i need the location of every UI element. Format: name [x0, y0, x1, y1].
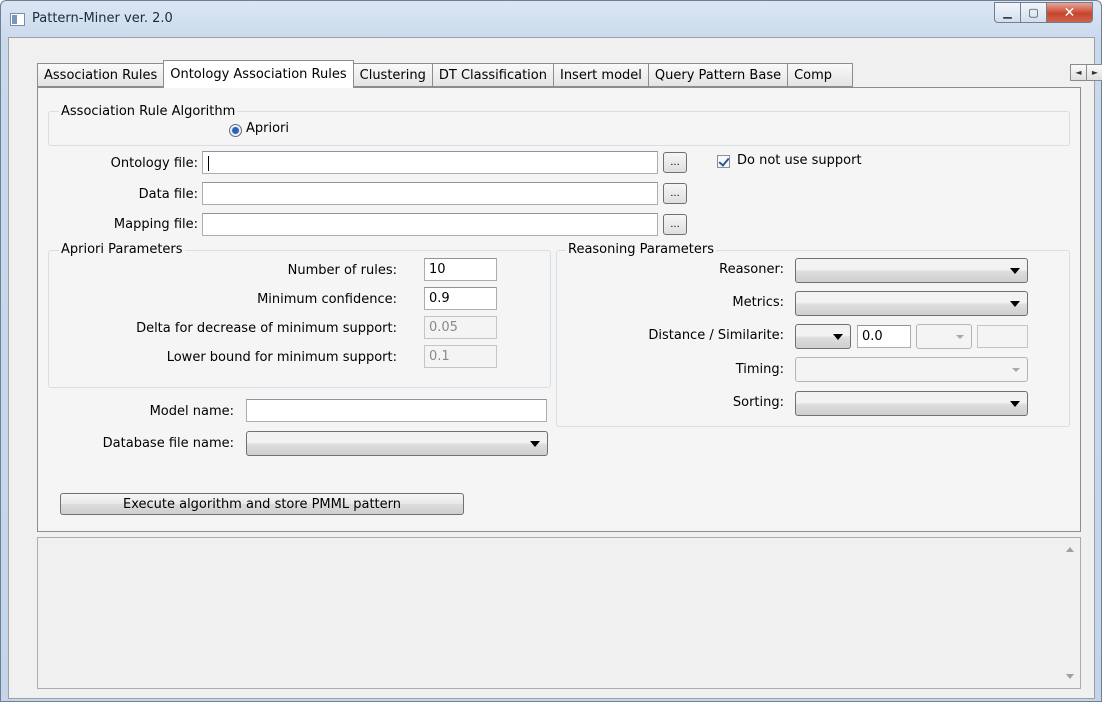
output-scrollbar[interactable] — [1062, 538, 1080, 688]
number-of-rules-input[interactable]: 10 — [424, 258, 497, 281]
minimize-button[interactable]: ▁ — [994, 2, 1021, 23]
chevron-down-icon — [1012, 368, 1020, 372]
reasoner-label: Reasoner: — [719, 262, 784, 277]
scroll-up-icon[interactable] — [1066, 547, 1074, 552]
sorting-label: Sorting: — [732, 395, 784, 410]
no-support-label: Do not use support — [737, 153, 862, 168]
model-name-label: Model name: — [149, 404, 234, 419]
close-icon: ✕ — [1063, 4, 1076, 21]
database-file-label: Database file name: — [102, 436, 234, 451]
minimum-confidence-input[interactable]: 0.9 — [424, 287, 497, 310]
tab-clustering[interactable]: Clustering — [353, 63, 432, 87]
data-file-label: Data file: — [138, 187, 198, 202]
apriori-parameters-title: Apriori Parameters — [59, 242, 185, 257]
tab-scroll-buttons: ◄ ► — [1070, 64, 1102, 81]
scroll-down-icon[interactable] — [1066, 674, 1074, 679]
distance-value-input[interactable]: 0.0 — [857, 325, 911, 348]
distance-select[interactable] — [795, 324, 851, 349]
tab-dt-classification[interactable]: DT Classification — [431, 63, 553, 87]
tab-scroll-right-button[interactable]: ► — [1087, 64, 1102, 81]
ontology-file-label: Ontology file: — [110, 156, 198, 171]
ontology-browse-button[interactable]: ... — [663, 152, 687, 173]
chevron-down-icon — [833, 334, 843, 340]
distance-secondary-input[interactable] — [977, 325, 1028, 348]
title-bar[interactable]: Pattern-Miner ver. 2.0 ▁ ▢ ✕ — [1, 1, 1101, 37]
chevron-down-icon — [956, 335, 964, 339]
lower-bound-support-input[interactable]: 0.1 — [424, 345, 497, 368]
tab-association-rules[interactable]: Association Rules — [37, 63, 164, 87]
number-of-rules-label: Number of rules: — [287, 263, 397, 278]
text-caret — [208, 156, 209, 171]
window-controls: ▁ ▢ ✕ — [994, 2, 1093, 24]
metrics-label: Metrics: — [732, 295, 784, 310]
data-browse-button[interactable]: ... — [663, 183, 687, 204]
app-icon — [10, 13, 25, 26]
minimize-icon: ▁ — [1003, 6, 1012, 19]
reasoning-parameters-title: Reasoning Parameters — [566, 242, 717, 257]
arrow-right-icon: ► — [1091, 68, 1099, 77]
apriori-label: Apriori — [246, 121, 290, 136]
chevron-down-icon — [1010, 268, 1020, 274]
mapping-file-input[interactable] — [202, 213, 658, 236]
mapping-browse-button[interactable]: ... — [663, 214, 687, 235]
tab-scroll-left-button[interactable]: ◄ — [1070, 64, 1087, 81]
minimum-confidence-label: Minimum confidence: — [257, 292, 397, 307]
model-name-input[interactable] — [246, 399, 547, 422]
maximize-button[interactable]: ▢ — [1021, 2, 1047, 23]
algorithm-group-title: Association Rule Algorithm — [59, 104, 238, 119]
chevron-down-icon — [1010, 301, 1020, 307]
distance-secondary-select[interactable] — [916, 324, 972, 349]
tab-strip: Association Rules Ontology Association R… — [37, 60, 854, 88]
arrow-left-icon: ◄ — [1075, 68, 1082, 77]
execute-algorithm-button[interactable]: Execute algorithm and store PMML pattern — [60, 493, 464, 515]
sorting-select[interactable] — [795, 391, 1028, 416]
reasoner-select[interactable] — [795, 258, 1028, 283]
apriori-radio[interactable] — [229, 124, 242, 137]
close-button[interactable]: ✕ — [1047, 2, 1093, 23]
timing-select[interactable] — [795, 357, 1028, 382]
delta-support-input[interactable]: 0.05 — [424, 316, 497, 339]
tab-insert-model[interactable]: Insert model — [552, 63, 648, 87]
no-support-checkbox[interactable] — [717, 155, 730, 168]
maximize-icon: ▢ — [1028, 6, 1039, 19]
database-file-select[interactable] — [246, 431, 548, 456]
delta-support-label: Delta for decrease of minimum support: — [136, 321, 397, 336]
tab-comp[interactable]: Comp — [787, 63, 854, 87]
ontology-file-input[interactable] — [202, 151, 658, 174]
metrics-select[interactable] — [795, 291, 1028, 316]
data-file-input[interactable] — [202, 182, 658, 205]
timing-label: Timing: — [735, 362, 784, 377]
lower-bound-support-label: Lower bound for minimum support: — [166, 350, 397, 365]
tab-query-pattern-base[interactable]: Query Pattern Base — [647, 63, 788, 87]
tab-ontology-association-rules[interactable]: Ontology Association Rules — [163, 60, 354, 88]
chevron-down-icon — [1010, 401, 1020, 407]
distance-similarity-label: Distance / Similarite: — [648, 328, 784, 343]
chevron-down-icon — [530, 441, 540, 447]
window-title: Pattern-Miner ver. 2.0 — [32, 11, 173, 26]
mapping-file-label: Mapping file: — [113, 217, 198, 232]
output-textarea[interactable] — [37, 537, 1081, 689]
